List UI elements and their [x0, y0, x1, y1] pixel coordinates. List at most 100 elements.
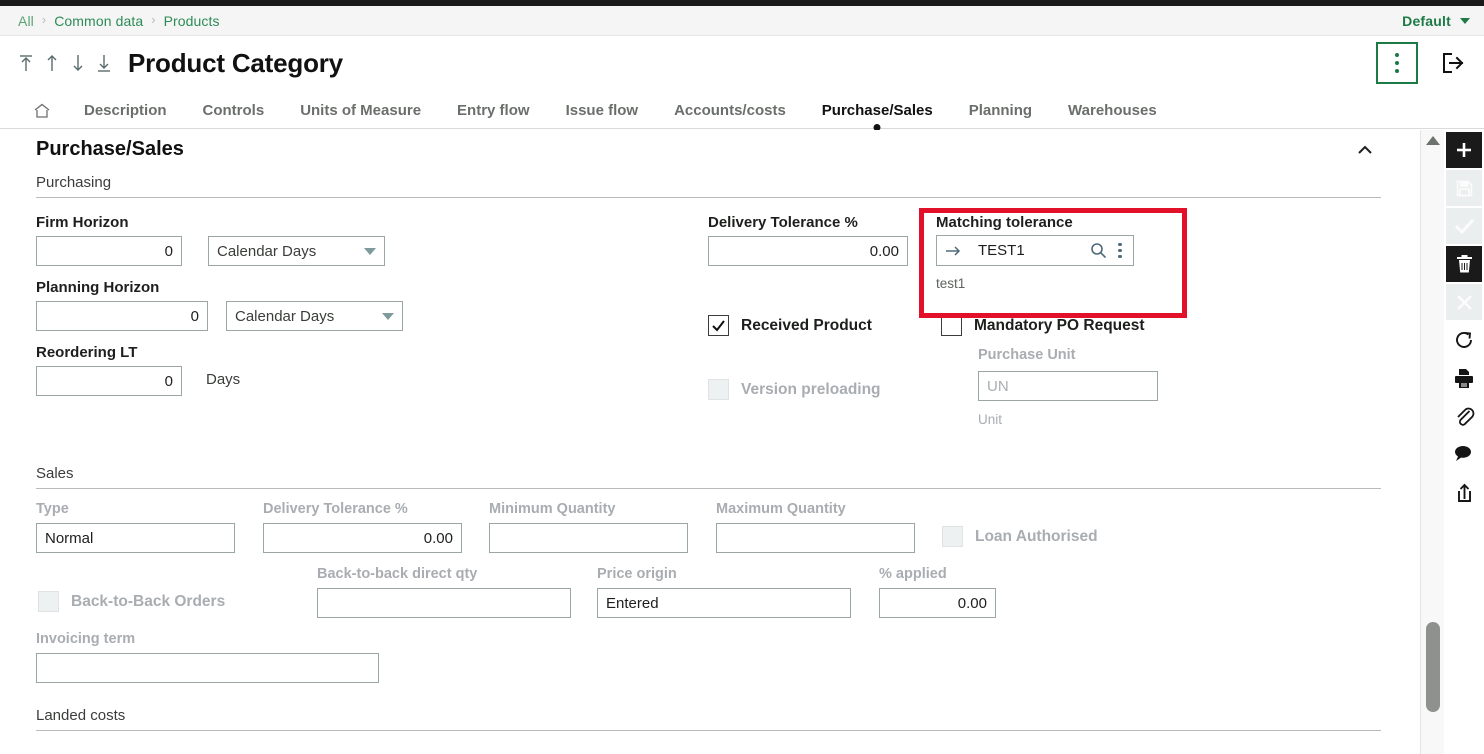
- back-to-back-orders-row: Back-to-Back Orders: [38, 591, 225, 612]
- maximum-quantity-input[interactable]: [716, 523, 915, 553]
- comment-button[interactable]: [1446, 436, 1482, 472]
- matching-tolerance-actions-icon[interactable]: [1113, 242, 1127, 259]
- vertical-scrollbar[interactable]: [1420, 130, 1444, 754]
- breadcrumb-item-products[interactable]: Products: [164, 13, 220, 29]
- tab-warehouses[interactable]: Warehouses: [1050, 89, 1175, 128]
- arrow-down-to-line-icon[interactable]: [94, 51, 114, 75]
- received-product-row[interactable]: Received Product: [708, 315, 872, 336]
- percent-applied-input[interactable]: [879, 588, 996, 618]
- purchase-delivery-tolerance-label: Delivery Tolerance %: [708, 214, 858, 231]
- received-product-checkbox[interactable]: [708, 315, 729, 336]
- matching-tolerance-value[interactable]: TEST1: [978, 242, 1090, 259]
- invoicing-term-input[interactable]: [36, 653, 379, 683]
- more-vertical-icon-dot: [1395, 61, 1399, 65]
- share-button[interactable]: [1446, 474, 1482, 510]
- matching-tolerance-lookup[interactable]: TEST1: [936, 235, 1134, 266]
- more-vertical-icon-dot: [1395, 69, 1399, 73]
- firm-horizon-unit-select[interactable]: Calendar Days: [208, 236, 385, 266]
- section-sales-header: Sales: [36, 465, 1381, 489]
- arrow-up-to-line-icon[interactable]: [16, 51, 36, 75]
- planning-horizon-input[interactable]: [36, 301, 208, 331]
- scrollbar-thumb[interactable]: [1426, 622, 1440, 712]
- page-title: Product Category: [128, 47, 343, 78]
- profile-selector-label[interactable]: Default: [1402, 13, 1451, 29]
- more-vertical-icon-dot: [1118, 242, 1122, 246]
- price-origin-label: Price origin: [597, 566, 677, 582]
- arrow-right-icon[interactable]: [945, 244, 962, 258]
- matching-tolerance-label: Matching tolerance: [936, 214, 1073, 231]
- purchase-sales-panel: Purchase/Sales Purchasing Firm Horizon C…: [0, 130, 1412, 731]
- application-window: All › Common data › Products Default Pro…: [0, 0, 1484, 754]
- back-to-back-orders-label: Back-to-Back Orders: [71, 592, 226, 610]
- back-to-back-direct-qty-input[interactable]: [317, 588, 571, 618]
- version-preloading-label: Version preloading: [741, 380, 881, 398]
- reordering-lt-input[interactable]: [36, 366, 182, 396]
- back-to-back-direct-qty-label: Back-to-back direct qty: [317, 566, 478, 582]
- triangle-up-icon[interactable]: [1425, 136, 1440, 145]
- chevron-down-icon[interactable]: [1460, 17, 1470, 24]
- planning-horizon-unit-select[interactable]: Calendar Days: [226, 301, 403, 331]
- loan-authorised-row: Loan Authorised: [942, 526, 1098, 547]
- tab-planning[interactable]: Planning: [951, 89, 1050, 128]
- breadcrumb-item-all[interactable]: All: [18, 13, 34, 29]
- sales-type-input[interactable]: [36, 523, 235, 553]
- loan-authorised-label: Loan Authorised: [975, 527, 1098, 545]
- version-preloading-row: Version preloading: [708, 379, 881, 400]
- version-preloading-checkbox: [708, 379, 729, 400]
- tab-issue-flow[interactable]: Issue flow: [548, 89, 657, 128]
- planning-horizon-label: Planning Horizon: [36, 279, 160, 296]
- matching-tolerance-caption: test1: [936, 276, 966, 291]
- mandatory-po-request-row[interactable]: Mandatory PO Request: [941, 315, 1145, 336]
- minimum-quantity-input[interactable]: [489, 523, 688, 553]
- action-rail: [1444, 130, 1484, 754]
- purchase-unit-input[interactable]: [978, 371, 1158, 401]
- sales-delivery-tolerance-input[interactable]: [263, 523, 462, 553]
- tab-accounts-costs[interactable]: Accounts/costs: [656, 89, 804, 128]
- loan-authorised-checkbox: [942, 526, 963, 547]
- tab-bar: Description Controls Units of Measure En…: [0, 89, 1484, 129]
- minimum-quantity-label: Minimum Quantity: [489, 501, 616, 517]
- tab-units-of-measure[interactable]: Units of Measure: [282, 89, 439, 128]
- tab-purchase-sales[interactable]: Purchase/Sales: [804, 89, 951, 128]
- create-button[interactable]: [1446, 132, 1482, 168]
- sales-delivery-tolerance-label: Delivery Tolerance %: [263, 501, 408, 517]
- print-button[interactable]: [1446, 360, 1482, 396]
- reordering-lt-label: Reordering LT: [36, 344, 138, 361]
- title-bar: Product Category: [0, 37, 1484, 89]
- price-origin-input[interactable]: [597, 588, 851, 618]
- breadcrumb-separator: ›: [151, 12, 156, 27]
- panel-header: Purchase/Sales: [36, 130, 1382, 161]
- attachment-button[interactable]: [1446, 398, 1482, 434]
- more-actions-button[interactable]: [1376, 42, 1418, 84]
- firm-horizon-input[interactable]: [36, 236, 182, 266]
- breadcrumb-item-common-data[interactable]: Common data: [54, 13, 143, 29]
- search-icon[interactable]: [1090, 242, 1107, 259]
- chevron-up-icon[interactable]: [1354, 139, 1376, 161]
- reordering-lt-suffix: Days: [206, 371, 241, 388]
- firm-horizon-label: Firm Horizon: [36, 214, 129, 231]
- purchase-unit-label: Purchase Unit: [978, 347, 1076, 363]
- tab-entry-flow[interactable]: Entry flow: [439, 89, 548, 128]
- purchase-unit-caption: Unit: [978, 412, 1003, 427]
- mandatory-po-request-checkbox[interactable]: [941, 315, 962, 336]
- purchase-delivery-tolerance-input[interactable]: [708, 236, 908, 266]
- breadcrumb: All › Common data › Products Default: [0, 6, 1484, 36]
- section-purchasing-header: Purchasing: [36, 174, 1381, 198]
- more-vertical-icon-dot: [1118, 248, 1122, 253]
- maximum-quantity-label: Maximum Quantity: [716, 501, 846, 517]
- refresh-button[interactable]: [1446, 322, 1482, 358]
- tab-description[interactable]: Description: [66, 89, 185, 128]
- cancel-button: [1446, 284, 1482, 320]
- back-to-back-orders-checkbox: [38, 591, 59, 612]
- delete-button[interactable]: [1446, 246, 1482, 282]
- tab-controls[interactable]: Controls: [185, 89, 283, 128]
- received-product-label: Received Product: [741, 316, 872, 334]
- arrow-down-icon[interactable]: [68, 51, 88, 75]
- arrow-up-icon[interactable]: [42, 51, 62, 75]
- record-navigation: [16, 51, 114, 75]
- sales-type-label: Type: [36, 501, 69, 517]
- invoicing-term-label: Invoicing term: [36, 631, 136, 647]
- tab-home[interactable]: [0, 89, 66, 128]
- logout-icon[interactable]: [1436, 46, 1470, 80]
- section-landed-costs-header: Landed costs: [36, 707, 1381, 731]
